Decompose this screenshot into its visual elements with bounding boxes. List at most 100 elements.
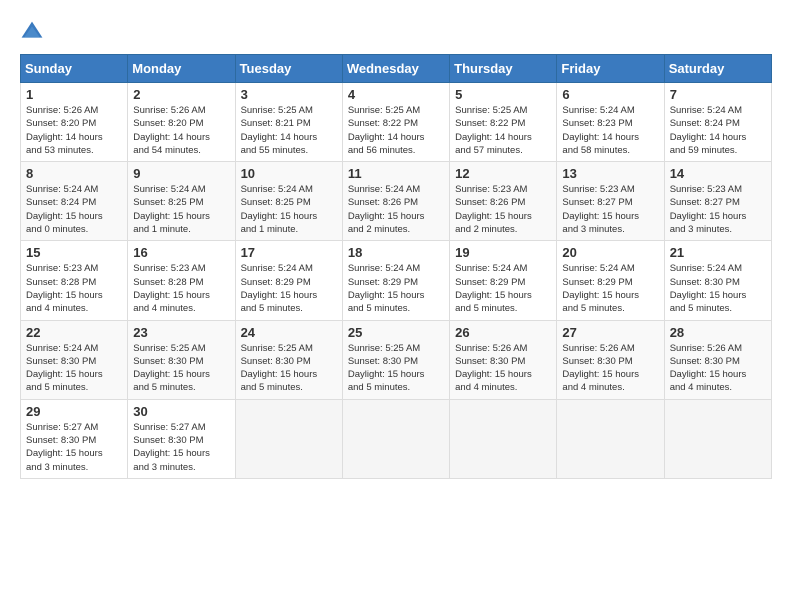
day-number: 18 <box>348 245 444 260</box>
day-number: 13 <box>562 166 658 181</box>
day-number: 1 <box>26 87 122 102</box>
day-of-week-header: Thursday <box>450 55 557 83</box>
day-number: 29 <box>26 404 122 419</box>
day-info: Sunrise: 5:26 AM Sunset: 8:30 PM Dayligh… <box>670 342 766 395</box>
day-info: Sunrise: 5:23 AM Sunset: 8:26 PM Dayligh… <box>455 183 551 236</box>
day-number: 11 <box>348 166 444 181</box>
day-number: 3 <box>241 87 337 102</box>
logo <box>20 20 46 44</box>
day-of-week-header: Monday <box>128 55 235 83</box>
day-number: 22 <box>26 325 122 340</box>
calendar-day-cell: 29 Sunrise: 5:27 AM Sunset: 8:30 PM Dayli… <box>21 399 128 478</box>
day-info: Sunrise: 5:23 AM Sunset: 8:27 PM Dayligh… <box>562 183 658 236</box>
calendar-day-cell: 30 Sunrise: 5:27 AM Sunset: 8:30 PM Dayli… <box>128 399 235 478</box>
day-info: Sunrise: 5:25 AM Sunset: 8:22 PM Dayligh… <box>348 104 444 157</box>
day-of-week-header: Friday <box>557 55 664 83</box>
calendar-day-cell: 7 Sunrise: 5:24 AM Sunset: 8:24 PM Daylig… <box>664 83 771 162</box>
day-info: Sunrise: 5:24 AM Sunset: 8:29 PM Dayligh… <box>455 262 551 315</box>
calendar-day-cell: 4 Sunrise: 5:25 AM Sunset: 8:22 PM Daylig… <box>342 83 449 162</box>
day-info: Sunrise: 5:24 AM Sunset: 8:25 PM Dayligh… <box>241 183 337 236</box>
day-number: 17 <box>241 245 337 260</box>
calendar-day-cell: 8Sunrise: 5:24 AM Sunset: 8:24 PM Daylig… <box>21 162 128 241</box>
calendar-day-cell: 18 Sunrise: 5:24 AM Sunset: 8:29 PM Dayli… <box>342 241 449 320</box>
calendar-day-cell: 1 Sunrise: 5:26 AM Sunset: 8:20 PM Daylig… <box>21 83 128 162</box>
day-info: Sunrise: 5:26 AM Sunset: 8:30 PM Dayligh… <box>562 342 658 395</box>
calendar-day-cell: 22 Sunrise: 5:24 AM Sunset: 8:30 PM Dayli… <box>21 320 128 399</box>
day-number: 28 <box>670 325 766 340</box>
day-of-week-header: Tuesday <box>235 55 342 83</box>
day-number: 7 <box>670 87 766 102</box>
calendar-week-row: 8Sunrise: 5:24 AM Sunset: 8:24 PM Daylig… <box>21 162 772 241</box>
calendar-day-cell: 2 Sunrise: 5:26 AM Sunset: 8:20 PM Daylig… <box>128 83 235 162</box>
calendar-day-cell <box>342 399 449 478</box>
day-number: 24 <box>241 325 337 340</box>
day-number: 14 <box>670 166 766 181</box>
calendar-day-cell <box>450 399 557 478</box>
day-number: 12 <box>455 166 551 181</box>
day-info: Sunrise: 5:26 AM Sunset: 8:20 PM Dayligh… <box>26 104 122 157</box>
calendar-day-cell: 20 Sunrise: 5:24 AM Sunset: 8:29 PM Dayli… <box>557 241 664 320</box>
day-info: Sunrise: 5:27 AM Sunset: 8:30 PM Dayligh… <box>26 421 122 474</box>
day-number: 6 <box>562 87 658 102</box>
calendar-day-cell: 9Sunrise: 5:24 AM Sunset: 8:25 PM Daylig… <box>128 162 235 241</box>
day-number: 4 <box>348 87 444 102</box>
day-number: 26 <box>455 325 551 340</box>
day-info: Sunrise: 5:27 AM Sunset: 8:30 PM Dayligh… <box>133 421 229 474</box>
day-info: Sunrise: 5:25 AM Sunset: 8:30 PM Dayligh… <box>133 342 229 395</box>
day-info: Sunrise: 5:23 AM Sunset: 8:28 PM Dayligh… <box>133 262 229 315</box>
day-of-week-header: Sunday <box>21 55 128 83</box>
calendar-week-row: 22 Sunrise: 5:24 AM Sunset: 8:30 PM Dayli… <box>21 320 772 399</box>
day-number: 25 <box>348 325 444 340</box>
day-info: Sunrise: 5:26 AM Sunset: 8:20 PM Dayligh… <box>133 104 229 157</box>
calendar-day-cell: 27Sunrise: 5:26 AM Sunset: 8:30 PM Dayli… <box>557 320 664 399</box>
calendar-day-cell: 25 Sunrise: 5:25 AM Sunset: 8:30 PM Dayli… <box>342 320 449 399</box>
calendar-table: SundayMondayTuesdayWednesdayThursdayFrid… <box>20 54 772 479</box>
logo-icon <box>20 20 44 44</box>
calendar-day-cell: 6 Sunrise: 5:24 AM Sunset: 8:23 PM Daylig… <box>557 83 664 162</box>
calendar-week-row: 15 Sunrise: 5:23 AM Sunset: 8:28 PM Dayli… <box>21 241 772 320</box>
day-number: 2 <box>133 87 229 102</box>
calendar-day-cell <box>557 399 664 478</box>
day-number: 20 <box>562 245 658 260</box>
day-info: Sunrise: 5:26 AM Sunset: 8:30 PM Dayligh… <box>455 342 551 395</box>
day-info: Sunrise: 5:24 AM Sunset: 8:30 PM Dayligh… <box>26 342 122 395</box>
day-info: Sunrise: 5:24 AM Sunset: 8:24 PM Dayligh… <box>26 183 122 236</box>
day-info: Sunrise: 5:24 AM Sunset: 8:30 PM Dayligh… <box>670 262 766 315</box>
calendar-day-cell: 13 Sunrise: 5:23 AM Sunset: 8:27 PM Dayli… <box>557 162 664 241</box>
day-info: Sunrise: 5:24 AM Sunset: 8:24 PM Dayligh… <box>670 104 766 157</box>
day-info: Sunrise: 5:25 AM Sunset: 8:21 PM Dayligh… <box>241 104 337 157</box>
day-info: Sunrise: 5:23 AM Sunset: 8:27 PM Dayligh… <box>670 183 766 236</box>
calendar-day-cell: 16 Sunrise: 5:23 AM Sunset: 8:28 PM Dayli… <box>128 241 235 320</box>
calendar-day-cell: 26 Sunrise: 5:26 AM Sunset: 8:30 PM Dayli… <box>450 320 557 399</box>
calendar-day-cell: 21 Sunrise: 5:24 AM Sunset: 8:30 PM Dayli… <box>664 241 771 320</box>
day-info: Sunrise: 5:24 AM Sunset: 8:29 PM Dayligh… <box>562 262 658 315</box>
calendar-day-cell: 12 Sunrise: 5:23 AM Sunset: 8:26 PM Dayli… <box>450 162 557 241</box>
day-info: Sunrise: 5:25 AM Sunset: 8:22 PM Dayligh… <box>455 104 551 157</box>
day-info: Sunrise: 5:24 AM Sunset: 8:26 PM Dayligh… <box>348 183 444 236</box>
day-number: 16 <box>133 245 229 260</box>
day-info: Sunrise: 5:25 AM Sunset: 8:30 PM Dayligh… <box>241 342 337 395</box>
day-header-row: SundayMondayTuesdayWednesdayThursdayFrid… <box>21 55 772 83</box>
calendar-day-cell: 10Sunrise: 5:24 AM Sunset: 8:25 PM Dayli… <box>235 162 342 241</box>
day-of-week-header: Saturday <box>664 55 771 83</box>
calendar-day-cell <box>235 399 342 478</box>
calendar-day-cell: 3 Sunrise: 5:25 AM Sunset: 8:21 PM Daylig… <box>235 83 342 162</box>
calendar-day-cell: 19 Sunrise: 5:24 AM Sunset: 8:29 PM Dayli… <box>450 241 557 320</box>
calendar-week-row: 1 Sunrise: 5:26 AM Sunset: 8:20 PM Daylig… <box>21 83 772 162</box>
day-number: 23 <box>133 325 229 340</box>
day-number: 19 <box>455 245 551 260</box>
calendar-day-cell: 5Sunrise: 5:25 AM Sunset: 8:22 PM Daylig… <box>450 83 557 162</box>
calendar-day-cell: 23 Sunrise: 5:25 AM Sunset: 8:30 PM Dayli… <box>128 320 235 399</box>
day-info: Sunrise: 5:24 AM Sunset: 8:29 PM Dayligh… <box>348 262 444 315</box>
day-number: 30 <box>133 404 229 419</box>
day-info: Sunrise: 5:23 AM Sunset: 8:28 PM Dayligh… <box>26 262 122 315</box>
calendar-day-cell: 11 Sunrise: 5:24 AM Sunset: 8:26 PM Dayli… <box>342 162 449 241</box>
day-number: 21 <box>670 245 766 260</box>
day-number: 9 <box>133 166 229 181</box>
page-header <box>20 20 772 44</box>
calendar-day-cell: 24 Sunrise: 5:25 AM Sunset: 8:30 PM Dayli… <box>235 320 342 399</box>
day-info: Sunrise: 5:24 AM Sunset: 8:23 PM Dayligh… <box>562 104 658 157</box>
day-of-week-header: Wednesday <box>342 55 449 83</box>
day-number: 15 <box>26 245 122 260</box>
day-info: Sunrise: 5:25 AM Sunset: 8:30 PM Dayligh… <box>348 342 444 395</box>
